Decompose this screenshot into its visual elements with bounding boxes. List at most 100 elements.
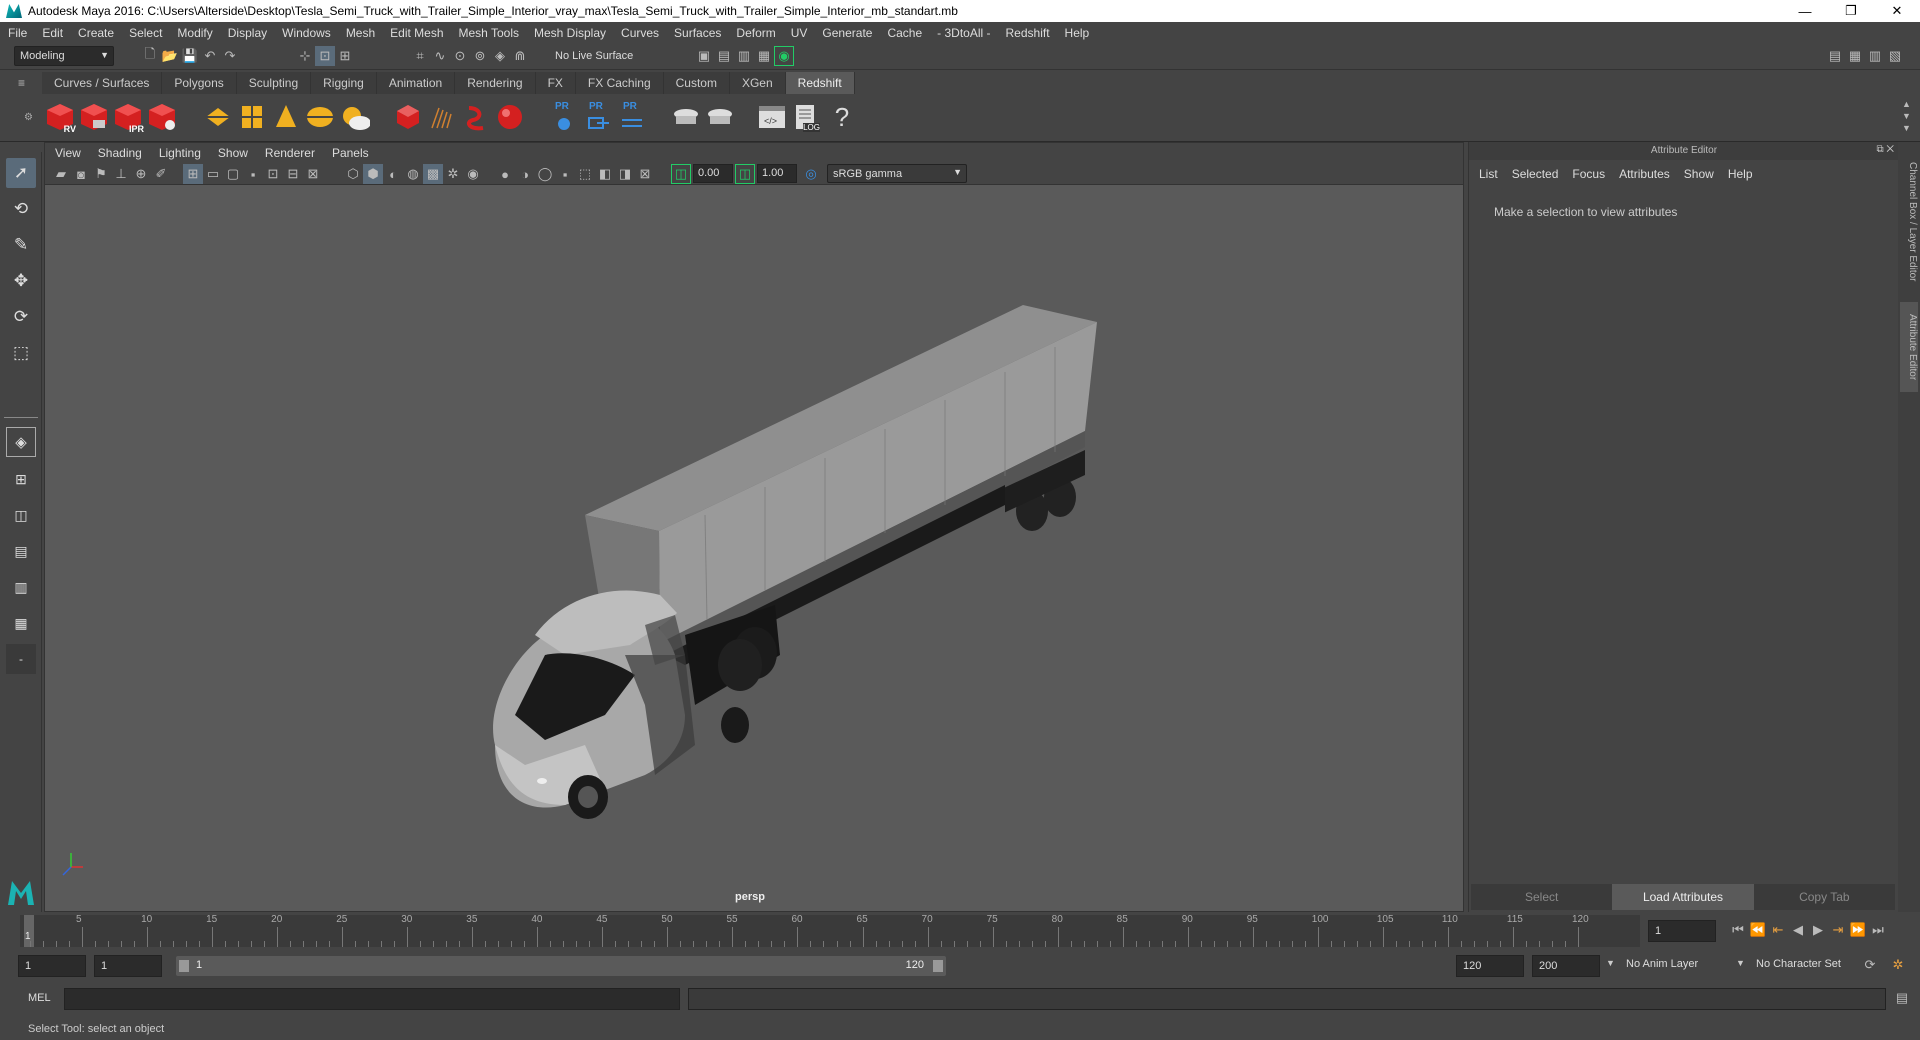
- menu-mesh-display[interactable]: Mesh Display: [534, 26, 606, 40]
- color-management-icon[interactable]: ◎: [801, 164, 821, 184]
- vp-menu-lighting[interactable]: Lighting: [159, 146, 201, 160]
- tab-animation[interactable]: Animation: [376, 72, 456, 94]
- pr-proxy-export-icon[interactable]: PR: [548, 100, 580, 134]
- anti-aliasing-icon[interactable]: ◯: [535, 164, 555, 184]
- redshift-curve-icon[interactable]: [460, 100, 492, 134]
- pr-proxy-swap-icon[interactable]: PR: [616, 100, 648, 134]
- menu-select[interactable]: Select: [129, 26, 162, 40]
- viewport-panel[interactable]: View Shading Lighting Show Renderer Pane…: [44, 142, 1464, 912]
- render-settings-icon[interactable]: ▦: [754, 46, 774, 66]
- minimize-button[interactable]: —: [1782, 4, 1828, 19]
- grease-pencil-icon[interactable]: ✐: [151, 164, 171, 184]
- play-forwards-icon[interactable]: ▶: [1808, 920, 1828, 940]
- menu-deform[interactable]: Deform: [736, 26, 775, 40]
- ipr-render-icon[interactable]: ▥: [734, 46, 754, 66]
- range-end-handle[interactable]: [933, 960, 943, 972]
- step-forward-frame-icon[interactable]: ⇥: [1828, 920, 1848, 940]
- safe-action-icon[interactable]: ⊟: [283, 164, 303, 184]
- bookmark-icon[interactable]: ⚑: [91, 164, 111, 184]
- channel-box-tab[interactable]: Channel Box / Layer Editor: [1900, 152, 1918, 292]
- film-gate-icon[interactable]: ▭: [203, 164, 223, 184]
- redshift-settings-icon[interactable]: [146, 100, 178, 134]
- vp-menu-panels[interactable]: Panels: [332, 146, 369, 160]
- go-to-end-icon[interactable]: ⏭: [1868, 920, 1888, 940]
- menu-display[interactable]: Display: [228, 26, 267, 40]
- motion-blur-icon[interactable]: ◑: [515, 164, 535, 184]
- redshift-spot-light-icon[interactable]: [270, 100, 302, 134]
- snap-grid-icon[interactable]: ⌗: [410, 46, 430, 66]
- paint-select-tool-icon[interactable]: ✎: [6, 230, 36, 260]
- four-view-layout-icon[interactable]: ⊞: [6, 464, 36, 494]
- range-slider[interactable]: 1 120: [176, 956, 946, 976]
- open-scene-icon[interactable]: 📂: [160, 46, 180, 66]
- play-backwards-icon[interactable]: ◀: [1788, 920, 1808, 940]
- attribute-editor-tab[interactable]: Attribute Editor: [1900, 302, 1918, 392]
- field-chart-icon[interactable]: ⊡: [263, 164, 283, 184]
- magnet-icon[interactable]: ⋒: [510, 46, 530, 66]
- attr-menu-list[interactable]: List: [1479, 167, 1498, 181]
- colorspace-dropdown[interactable]: sRGB gamma ▼: [827, 164, 967, 183]
- lasso-tool-icon[interactable]: ⟲: [6, 194, 36, 224]
- attr-menu-help[interactable]: Help: [1728, 167, 1753, 181]
- lights-icon[interactable]: ✲: [443, 164, 463, 184]
- wireframe-on-shaded-icon[interactable]: ◍: [403, 164, 423, 184]
- shelf-settings-icon[interactable]: ⚙: [24, 112, 33, 123]
- mode-dropdown[interactable]: Modeling ▼: [14, 46, 114, 66]
- gate-mask-icon[interactable]: ▪: [243, 164, 263, 184]
- tab-sculpting[interactable]: Sculpting: [236, 72, 312, 94]
- tesla-semi-truck-model[interactable]: [493, 305, 1097, 819]
- restore-button[interactable]: ❐: [1828, 3, 1874, 19]
- two-d-pan-icon[interactable]: ⊕: [131, 164, 151, 184]
- menu-3dtoall[interactable]: - 3DtoAll -: [937, 26, 990, 40]
- animation-start-field[interactable]: 1: [18, 955, 86, 977]
- snap-curve-icon[interactable]: ∿: [430, 46, 450, 66]
- snap-view-icon[interactable]: ⊚: [470, 46, 490, 66]
- render-frame-icon[interactable]: ▣: [694, 46, 714, 66]
- grid-icon[interactable]: ⊞: [183, 164, 203, 184]
- screen-space-ao-icon[interactable]: ●: [495, 164, 515, 184]
- tab-rendering[interactable]: Rendering: [455, 72, 536, 94]
- image-plane-icon[interactable]: ⊥: [111, 164, 131, 184]
- safe-title-icon[interactable]: ⊠: [303, 164, 323, 184]
- help-icon[interactable]: ?: [826, 100, 858, 134]
- wireframe-icon[interactable]: ⬡: [343, 164, 363, 184]
- exposure-field[interactable]: 0.00: [693, 164, 733, 183]
- select-button[interactable]: Select: [1471, 884, 1613, 910]
- character-set-dropdown[interactable]: No Character Set: [1756, 958, 1876, 970]
- redshift-render-icon[interactable]: [78, 100, 110, 134]
- menu-windows[interactable]: Windows: [282, 26, 331, 40]
- move-tool-icon[interactable]: ✥: [6, 266, 36, 296]
- menu-create[interactable]: Create: [78, 26, 114, 40]
- command-input[interactable]: [64, 988, 680, 1010]
- camera-icon[interactable]: ▰: [51, 164, 71, 184]
- menu-help[interactable]: Help: [1065, 26, 1090, 40]
- redshift-hair-icon[interactable]: [426, 100, 458, 134]
- menu-edit[interactable]: Edit: [42, 26, 63, 40]
- attr-menu-selected[interactable]: Selected: [1512, 167, 1559, 181]
- range-start-handle[interactable]: [179, 960, 189, 972]
- hypershade-layout-icon[interactable]: ▦: [6, 608, 36, 638]
- menu-mesh-tools[interactable]: Mesh Tools: [459, 26, 519, 40]
- isolate-select-icon[interactable]: ⬚: [575, 164, 595, 184]
- redshift-sun-sky-icon[interactable]: [338, 100, 370, 134]
- step-back-key-icon[interactable]: ⏪: [1748, 920, 1768, 940]
- playback-end-field[interactable]: 120: [1456, 955, 1524, 977]
- tab-redshift[interactable]: Redshift: [785, 72, 855, 94]
- step-back-frame-icon[interactable]: ⇤: [1768, 920, 1788, 940]
- menu-surfaces[interactable]: Surfaces: [674, 26, 721, 40]
- vp-menu-renderer[interactable]: Renderer: [265, 146, 315, 160]
- channel-box-toggle-icon[interactable]: ▧: [1885, 46, 1905, 66]
- redshift-render-view-icon[interactable]: RV: [44, 100, 76, 134]
- menu-edit-mesh[interactable]: Edit Mesh: [390, 26, 443, 40]
- redshift-light-grid-icon[interactable]: [236, 100, 268, 134]
- scene-canvas[interactable]: [45, 185, 1463, 885]
- redshift-visibility-icon[interactable]: [704, 100, 736, 134]
- current-frame-field[interactable]: 1: [1648, 920, 1716, 942]
- xray-joints-icon[interactable]: ◨: [615, 164, 635, 184]
- shadows-icon[interactable]: ◉: [463, 164, 483, 184]
- modeling-toolkit-icon[interactable]: ▤: [1825, 46, 1845, 66]
- undo-icon[interactable]: ↶: [200, 46, 220, 66]
- menu-curves[interactable]: Curves: [621, 26, 659, 40]
- redshift-dome-light-icon[interactable]: [304, 100, 336, 134]
- menu-cache[interactable]: Cache: [887, 26, 922, 40]
